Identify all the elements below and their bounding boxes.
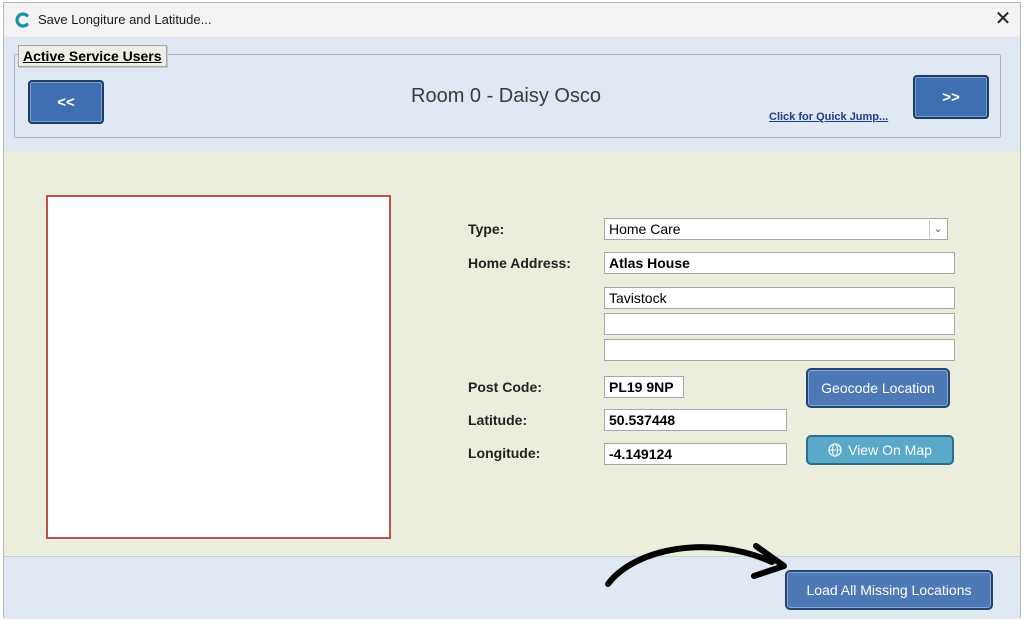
title-bar: Save Longiture and Latitude... ✕ <box>4 3 1020 38</box>
curved-arrow-annotation <box>605 543 787 587</box>
post-code-field[interactable]: PL19 9NP <box>604 376 684 398</box>
header-band: Active Service Users << Room 0 - Daisy O… <box>4 38 1020 151</box>
address-line-4[interactable] <box>604 339 955 361</box>
address-line-1[interactable]: Atlas House <box>604 252 955 274</box>
address-line-3[interactable] <box>604 313 955 335</box>
chevron-down-icon[interactable]: ⌄ <box>929 220 946 238</box>
type-label: Type: <box>468 221 505 237</box>
app-logo-icon <box>15 12 29 28</box>
globe-icon <box>828 443 842 457</box>
longitude-field[interactable]: -4.149124 <box>604 443 787 465</box>
latitude-field[interactable]: 50.537448 <box>604 409 787 431</box>
dialog-window: Save Longiture and Latitude... ✕ Active … <box>3 2 1021 619</box>
next-button[interactable]: >> <box>913 75 989 119</box>
post-code-label: Post Code: <box>468 379 542 395</box>
type-select[interactable]: Home Care ⌄ <box>604 218 948 240</box>
window-title: Save Longiture and Latitude... <box>38 12 212 27</box>
view-on-map-button[interactable]: View On Map <box>806 435 954 465</box>
type-select-value: Home Care <box>609 221 681 237</box>
photo-frame <box>46 195 391 539</box>
geocode-location-button[interactable]: Geocode Location <box>806 368 950 408</box>
home-address-label: Home Address: <box>468 255 571 271</box>
close-button[interactable]: ✕ <box>990 7 1016 33</box>
address-line-2[interactable]: Tavistock <box>604 287 955 309</box>
latitude-label: Latitude: <box>468 412 528 428</box>
load-all-missing-locations-button[interactable]: Load All Missing Locations <box>785 570 993 610</box>
view-on-map-label: View On Map <box>848 442 932 458</box>
group-label: Active Service Users <box>18 45 167 67</box>
longitude-label: Longitude: <box>468 445 541 461</box>
footer-band: Load All Missing Locations <box>4 556 1020 619</box>
main-panel: Type: Home Care ⌄ Home Address: Atlas Ho… <box>4 151 1020 556</box>
quick-jump-link[interactable]: Click for Quick Jump... <box>769 111 888 123</box>
room-title: Room 0 - Daisy Osco <box>411 85 602 107</box>
previous-button[interactable]: << <box>28 80 104 124</box>
